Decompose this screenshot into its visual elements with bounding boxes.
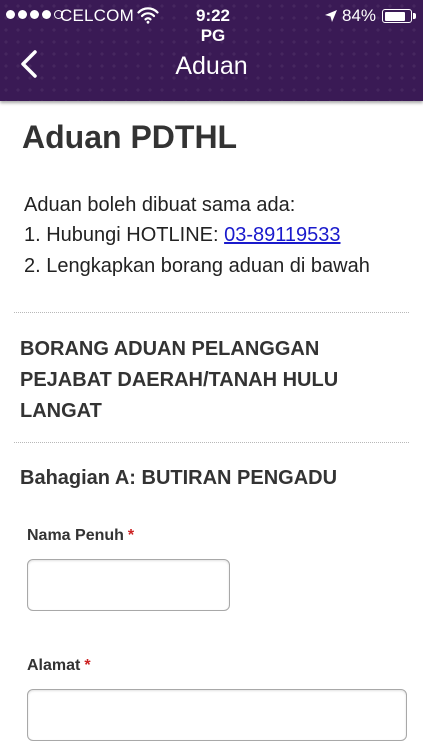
chevron-left-icon [21, 50, 37, 78]
step2-text: 2. Lengkapkan borang aduan di bawah [24, 255, 370, 277]
signal-dot [30, 10, 39, 19]
address-label-text: Alamat [27, 657, 81, 674]
signal-strength-icon [6, 10, 63, 19]
nav-title: Aduan [175, 52, 248, 80]
status-bar: CELCOM 9:22 PG 84% [0, 0, 423, 45]
page-title: Aduan PDTHL [22, 119, 238, 155]
address-input[interactable] [27, 689, 407, 741]
wifi-icon [137, 6, 159, 29]
location-arrow-icon [324, 8, 338, 28]
battery-percent: 84% [342, 6, 377, 25]
required-marker: * [84, 657, 91, 674]
battery-nub [413, 13, 416, 19]
form-heading: BORANG ADUAN PELANGGAN PEJABAT DAERAH/TA… [20, 338, 339, 422]
hotline-link[interactable]: 03-89119533 [224, 224, 340, 246]
divider [14, 442, 409, 443]
address-label: Alamat * [27, 657, 91, 675]
screen: CELCOM 9:22 PG 84% Aduan Aduan PDTHL Adu… [0, 0, 423, 750]
app-header: CELCOM 9:22 PG 84% Aduan [0, 0, 423, 101]
back-button[interactable] [18, 46, 58, 86]
carrier-name: CELCOM [60, 6, 134, 25]
hotline-prefix: 1. Hubungi HOTLINE: [24, 224, 225, 246]
content-area: Aduan PDTHL Aduan boleh dibuat sama ada:… [0, 101, 423, 750]
signal-dot [18, 10, 27, 19]
hotline-line: 1. Hubungi HOTLINE: 03-89119533 [24, 224, 341, 247]
intro-text: Aduan boleh dibuat sama ada: [24, 194, 296, 216]
signal-dot [6, 10, 15, 19]
full-name-input[interactable] [27, 559, 230, 611]
signal-dot [42, 10, 51, 19]
divider [14, 312, 409, 313]
battery-icon [382, 9, 412, 23]
section-a-heading: Bahagian A: BUTIRAN PENGADU [20, 467, 338, 489]
nav-bar: Aduan [0, 32, 423, 101]
full-name-label: Nama Penuh * [27, 527, 134, 545]
required-marker: * [127, 527, 135, 544]
full-name-label-text: Nama Penuh [27, 527, 124, 544]
battery-level [384, 11, 405, 21]
